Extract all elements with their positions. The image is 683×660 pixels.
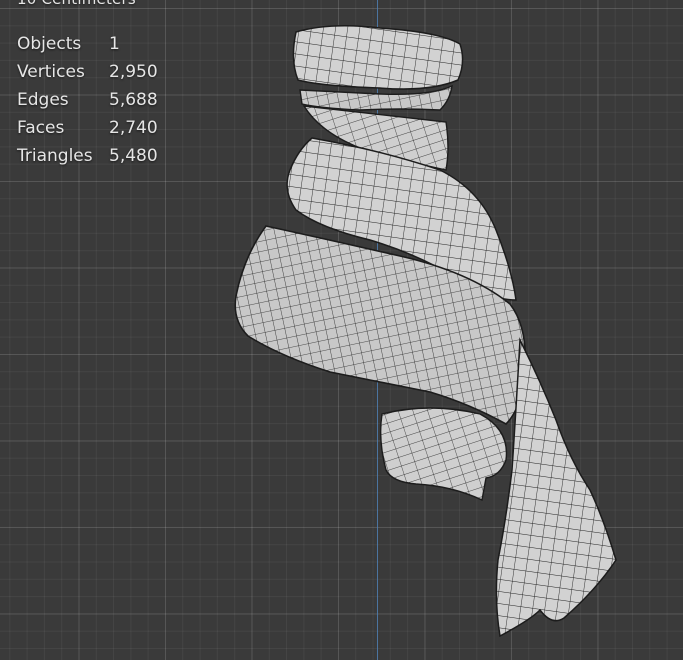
scene-statistics: Objects 1 Vertices 2,950 Edges 5,688 Fac…	[17, 30, 158, 170]
stat-value: 5,480	[109, 146, 158, 166]
stat-label: Faces	[17, 118, 65, 138]
mesh-bowl	[379, 407, 508, 502]
stat-row-triangles: Triangles 5,480	[17, 142, 158, 170]
mesh-band-1	[299, 84, 453, 111]
stat-value: 2,950	[109, 62, 158, 82]
3d-viewport[interactable]: 10 Centimeters Objects 1 Vertices 2,950 …	[0, 0, 683, 660]
stat-label: Triangles	[17, 146, 93, 166]
mesh-top-cap	[292, 25, 464, 90]
scale-label: 10 Centimeters	[17, 0, 136, 8]
stat-value: 5,688	[109, 90, 158, 110]
stat-row-vertices: Vertices 2,950	[17, 58, 158, 86]
stat-label: Vertices	[17, 62, 85, 82]
stat-row-objects: Objects 1	[17, 30, 158, 58]
stat-label: Objects	[17, 34, 82, 54]
stat-label: Edges	[17, 90, 69, 110]
stat-value: 1	[109, 34, 120, 54]
stat-value: 2,740	[109, 118, 158, 138]
stat-row-edges: Edges 5,688	[17, 86, 158, 114]
stat-row-faces: Faces 2,740	[17, 114, 158, 142]
